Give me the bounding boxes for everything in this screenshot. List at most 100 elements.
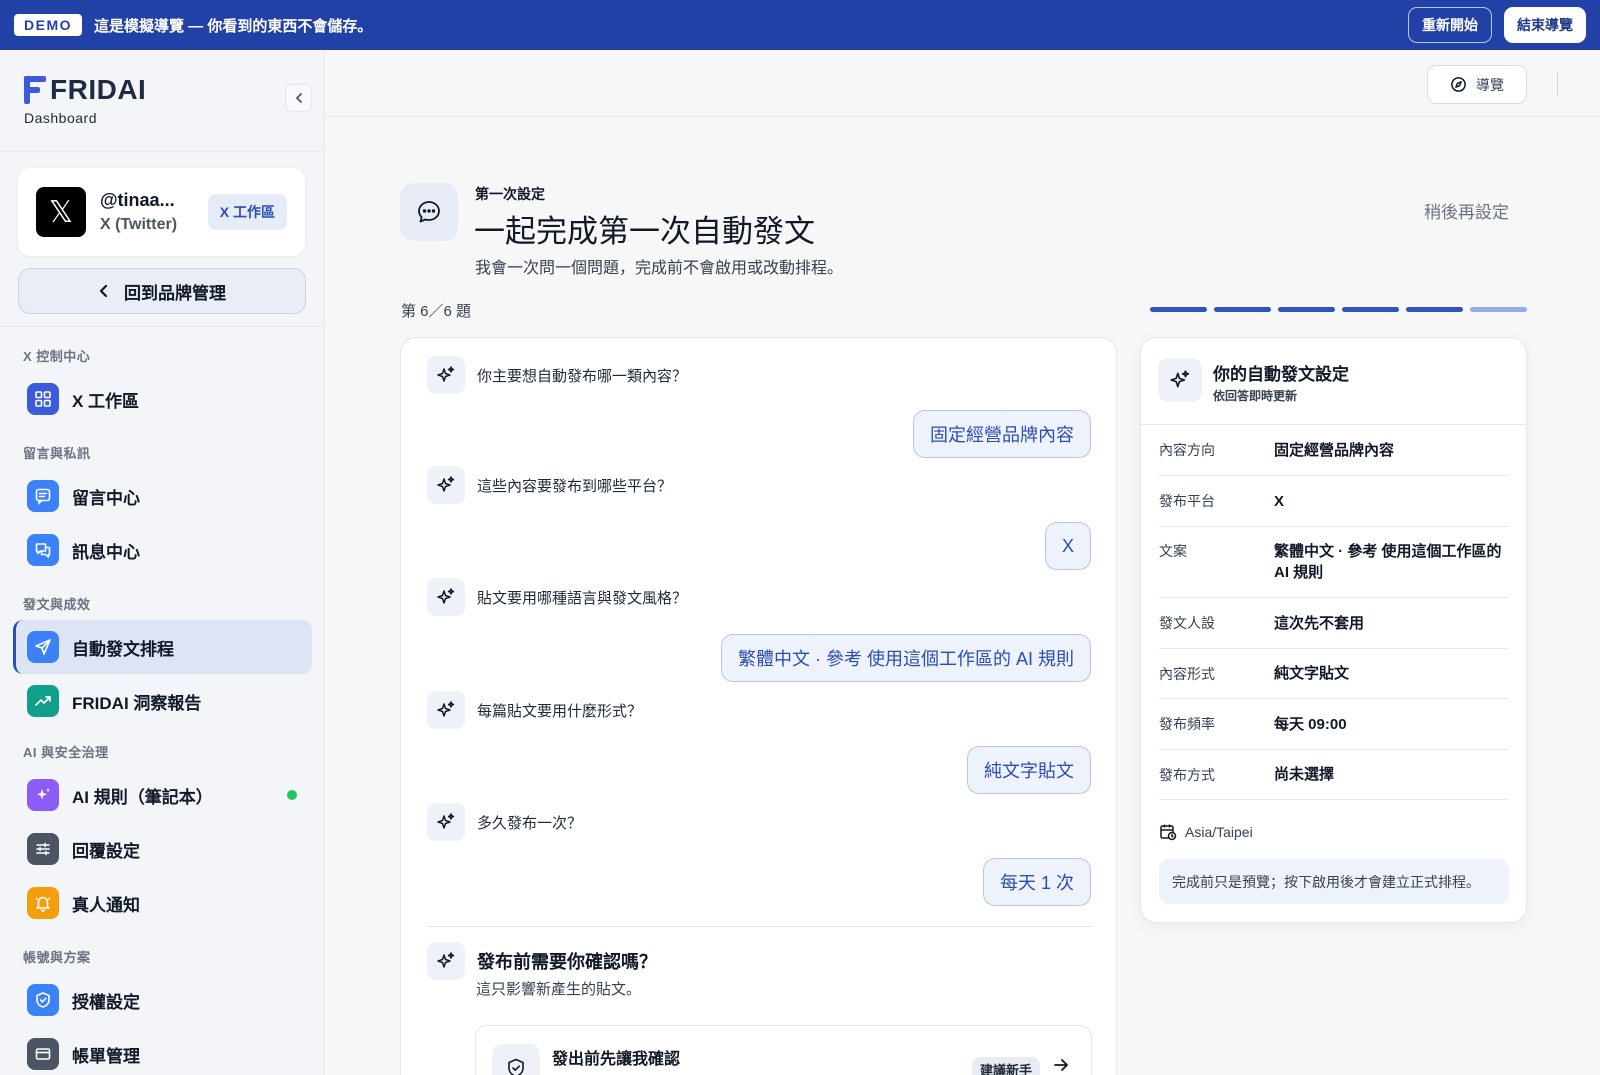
sidebar-divider	[0, 326, 325, 327]
guide-button-label: 導覽	[1476, 76, 1504, 93]
demo-banner-text: 這是模擬導覽 — 你看到的東西不會儲存。	[94, 17, 373, 35]
end-tour-button[interactable]: 結束導覽	[1504, 7, 1586, 43]
guide-button[interactable]: 導覽	[1427, 65, 1527, 104]
settings-row: 內容方向 固定經營品牌內容	[1159, 425, 1509, 476]
sidebar-item-label: 訊息中心	[72, 542, 140, 562]
sparkle-icon	[427, 803, 465, 841]
sidebar-nav: X 控制中心 X 工作區 留言與私訊 留言中心 訊息中心 發文與成效 自動發文排…	[0, 338, 325, 1075]
settings-row: 發布方式 尚未選擇	[1159, 750, 1509, 800]
account-platform: X (Twitter)	[100, 216, 178, 233]
arrow-right-icon	[1052, 1056, 1070, 1075]
sparkle-icon	[427, 466, 465, 504]
top-bar: 導覽	[325, 50, 1600, 117]
preview-note: 完成前只是預覽；按下啟用後才會建立正式排程。	[1159, 859, 1509, 904]
progress-segment	[1214, 307, 1271, 312]
settings-row: 內容形式 純文字貼文	[1159, 649, 1509, 699]
settings-rows: 內容方向 固定經營品牌內容 發布平台 X 文案 繁體中文 · 參考 使用這個工作…	[1159, 425, 1509, 800]
comment-icon	[27, 480, 59, 512]
wizard-progress-bar	[1150, 307, 1527, 312]
sidebar-item-insights-report[interactable]: FRIDAI 洞察報告	[13, 674, 312, 728]
chevron-left-icon	[295, 93, 302, 103]
calendar-clock-icon	[1160, 824, 1177, 841]
sidebar-item-authorization[interactable]: 授權設定	[13, 973, 312, 1027]
settings-summary-title: 你的自動發文設定	[1213, 365, 1349, 384]
brand-name: FRIDAI	[50, 74, 147, 105]
sidebar-item-label: 帳單管理	[72, 1046, 140, 1066]
trend-icon	[27, 685, 59, 717]
restart-tour-button[interactable]: 重新開始	[1408, 7, 1492, 43]
settings-row-key: 發布頻率	[1159, 716, 1215, 732]
current-question-title: 發布前需要你確認嗎？	[477, 952, 657, 972]
answer-bubble: 固定經營品牌內容	[913, 410, 1091, 458]
brand-logo[interactable]: FRIDAI	[24, 74, 324, 106]
sparkle-icon	[1158, 358, 1202, 402]
sidebar-item-label: AI 規則（筆記本）	[72, 787, 213, 807]
back-to-brands-button[interactable]: 回到品牌管理	[18, 268, 306, 314]
sparkle-icon	[427, 942, 465, 980]
question-row: 這些內容要發布到哪些平台？	[427, 466, 672, 504]
timezone-value: Asia/Taipei	[1185, 824, 1253, 840]
setup-later-link[interactable]: 稍後再設定	[1424, 198, 1509, 223]
chat-divider	[427, 926, 1092, 927]
sidebar-item-messages[interactable]: 訊息中心	[13, 523, 312, 577]
sparkle-icon	[427, 356, 465, 394]
settings-summary-header: 你的自動發文設定 依回答即時更新	[1141, 338, 1526, 425]
collapse-sidebar-button[interactable]	[285, 84, 312, 112]
settings-summary-subtitle: 依回答即時更新	[1213, 389, 1298, 403]
settings-row-value: 純文字貼文	[1274, 665, 1350, 682]
answer-bubble: 繁體中文 · 參考 使用這個工作區的 AI 規則	[720, 634, 1091, 682]
question-row: 多久發布一次？	[427, 803, 582, 841]
settings-row-key: 文案	[1159, 543, 1187, 559]
account-card[interactable]: 𝕏 @tinaa... X (Twitter) X 工作區	[18, 168, 305, 256]
question-row: 你主要想自動發布哪一類內容？	[427, 356, 687, 394]
sparkle-icon	[427, 578, 465, 616]
sparkle-icon	[27, 779, 59, 811]
fridai-logo-icon	[24, 76, 46, 104]
timezone-row: Asia/Taipei	[1159, 823, 1253, 841]
progress-segment	[1342, 307, 1399, 312]
question-text: 每篇貼文要用什麼形式？	[477, 702, 643, 720]
sidebar-item-comments[interactable]: 留言中心	[13, 469, 312, 523]
sliders-icon	[27, 833, 59, 865]
account-text: @tinaa... X (Twitter)	[100, 190, 177, 234]
option-confirm-before-post[interactable]: 發出前先讓我確認 建議新手	[475, 1025, 1092, 1075]
demo-banner: DEMO 這是模擬導覽 — 你看到的東西不會儲存。 重新開始 結束導覽	[0, 0, 1600, 50]
nav-section-title: 發文與成效	[23, 597, 91, 612]
step-counter: 第 6／6 題	[401, 303, 472, 320]
settings-row-key: 內容方向	[1159, 442, 1215, 458]
sidebar-item-label: 真人通知	[72, 895, 140, 915]
sparkle-icon	[427, 691, 465, 729]
account-handle: @tinaa...	[100, 190, 175, 210]
settings-row-value: 每天 09:00	[1274, 715, 1347, 733]
progress-segment	[1406, 307, 1463, 312]
question-text: 這些內容要發布到哪些平台？	[477, 477, 673, 495]
shield-icon	[27, 984, 59, 1016]
option-title: 發出前先讓我確認	[552, 1051, 681, 1068]
settings-row-value: 尚未選擇	[1274, 766, 1335, 783]
answer-bubble: 每天 1 次	[982, 858, 1091, 906]
sidebar-item-reply-settings[interactable]: 回覆設定	[13, 822, 312, 876]
sidebar-item-label: 自動發文排程	[72, 639, 174, 659]
recommended-badge: 建議新手	[972, 1057, 1041, 1075]
x-logo-icon: 𝕏	[36, 187, 86, 237]
sidebar-item-billing[interactable]: 帳單管理	[13, 1027, 312, 1075]
current-question-subtitle: 這只影響新產生的貼文。	[476, 981, 642, 998]
online-status-dot	[287, 790, 297, 800]
settings-row-key: 內容形式	[1159, 665, 1215, 682]
sidebar-item-human-notify[interactable]: 真人通知	[13, 876, 312, 930]
sidebar-item-auto-post-schedule[interactable]: 自動發文排程	[13, 620, 312, 674]
workspace-chip[interactable]: X 工作區	[207, 194, 287, 230]
brand-header: FRIDAI Dashboard	[0, 50, 324, 152]
progress-segment-current	[1470, 307, 1527, 312]
question-text: 多久發布一次？	[477, 814, 583, 832]
settings-summary-card: 你的自動發文設定 依回答即時更新 內容方向 固定經營品牌內容 發布平台 X 文案…	[1140, 337, 1527, 923]
sidebar-item-x-workspace[interactable]: X 工作區	[13, 372, 312, 426]
question-row: 貼文要用哪種語言與發文風格？	[427, 578, 687, 616]
settings-row: 發文人設 這次先不套用	[1159, 598, 1509, 649]
bell-icon	[27, 887, 59, 919]
back-button-label: 回到品牌管理	[124, 283, 226, 303]
nav-section-title: 留言與私訊	[23, 446, 91, 461]
sidebar-item-label: 留言中心	[72, 488, 140, 508]
sidebar-item-ai-rules[interactable]: AI 規則（筆記本）	[13, 768, 312, 822]
nav-section-title: X 控制中心	[23, 349, 91, 364]
